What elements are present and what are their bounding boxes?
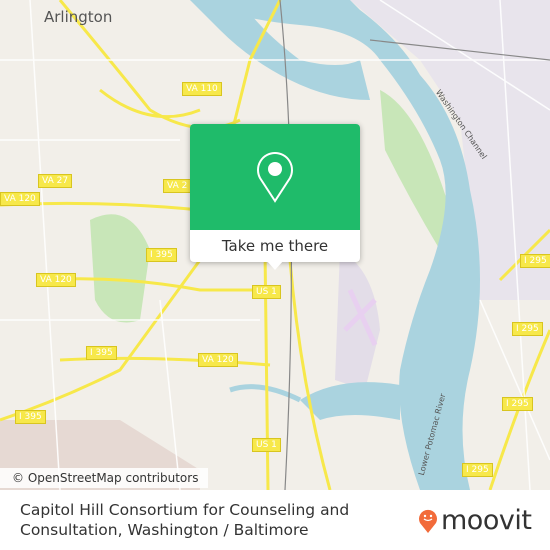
popup-header — [190, 124, 360, 230]
map-pin-icon — [257, 152, 293, 203]
moovit-pin-icon — [419, 509, 437, 533]
place-title: Capitol Hill Consortium for Counseling a… — [20, 501, 350, 539]
road-shield: VA 120 — [198, 353, 238, 367]
location-popup: Take me there — [190, 124, 360, 270]
road-shield: I 295 — [462, 463, 493, 477]
road-shield: I 295 — [512, 322, 543, 336]
brand-name: moovit — [441, 505, 532, 536]
road-shield: I 395 — [86, 346, 117, 360]
road-shield: US 1 — [252, 438, 281, 452]
road-shield: I 395 — [146, 248, 177, 262]
road-shield: I 295 — [502, 397, 533, 411]
road-shield: VA 120 — [36, 273, 76, 287]
road-shield: VA 120 — [0, 192, 40, 206]
road-shield: VA 2 — [163, 179, 192, 193]
road-shield: VA 27 — [38, 174, 73, 188]
footer: Capitol Hill Consortium for Counseling a… — [0, 490, 550, 550]
road-shield: US 1 — [252, 285, 281, 299]
road-shield: I 395 — [15, 410, 46, 424]
moovit-logo[interactable]: moovit — [418, 505, 532, 536]
take-me-there-button[interactable]: Take me there — [190, 230, 360, 262]
map[interactable]: Arlington VA 110 VA 27 VA 120 VA 2 I 395… — [0, 0, 550, 490]
road-shield: VA 110 — [182, 82, 222, 96]
popup-pointer — [266, 260, 284, 270]
city-label-arlington: Arlington — [44, 8, 113, 26]
map-attribution[interactable]: © OpenStreetMap contributors — [0, 468, 209, 488]
road-shield: I 295 — [520, 254, 550, 268]
